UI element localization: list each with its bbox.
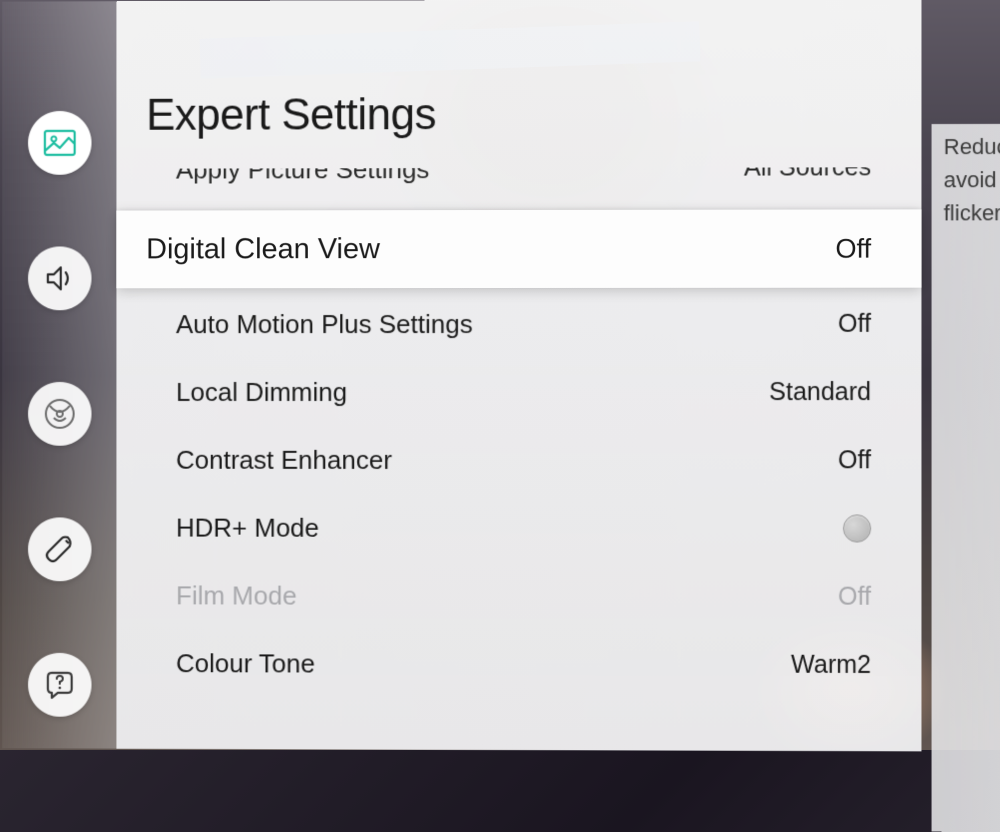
tv-settings-ui: Expert Settings Apply Picture Settings A… — [2, 0, 1000, 752]
settings-list: Apply Picture Settings All Sources Digit… — [116, 167, 921, 699]
setting-label: Digital Clean View — [146, 233, 380, 266]
setting-row-local-dimming[interactable]: Local Dimming Standard — [116, 358, 921, 426]
panel-title: Expert Settings — [116, 89, 921, 169]
setting-label: Local Dimming — [176, 376, 347, 407]
sidebar-item-general[interactable] — [28, 517, 91, 581]
help-line: flickeri — [944, 196, 1000, 229]
setting-label: Auto Motion Plus Settings — [176, 309, 473, 340]
support-icon — [41, 667, 77, 703]
sound-icon — [41, 260, 77, 296]
sidebar-item-picture[interactable] — [28, 111, 91, 175]
picture-icon — [41, 125, 77, 161]
sidebar-item-sound[interactable] — [28, 246, 91, 310]
setting-row-colour-tone[interactable]: Colour Tone Warm2 — [116, 629, 921, 699]
setting-row-digital-clean-view[interactable]: Digital Clean View Off — [116, 209, 921, 288]
broadcast-icon — [41, 396, 77, 432]
help-description: Reduce avoid o flickeri — [932, 124, 1000, 832]
setting-value: Off — [838, 446, 871, 475]
sidebar-item-broadcast[interactable] — [28, 382, 91, 446]
setting-label: Apply Picture Settings — [176, 167, 429, 185]
setting-value: Warm2 — [791, 650, 871, 679]
setting-label: HDR+ Mode — [176, 512, 319, 543]
setting-value: Off — [835, 233, 871, 264]
help-line: avoid o — [944, 163, 1000, 196]
setting-row-auto-motion-plus[interactable]: Auto Motion Plus Settings Off — [116, 290, 921, 358]
settings-panel: Expert Settings Apply Picture Settings A… — [116, 0, 921, 751]
setting-value: Standard — [769, 378, 871, 407]
setting-value: Off — [838, 309, 871, 338]
setting-label: Film Mode — [176, 580, 297, 611]
setting-row-contrast-enhancer[interactable]: Contrast Enhancer Off — [116, 426, 921, 495]
setting-value: All Sources — [744, 167, 871, 182]
help-line: Reduce — [944, 130, 1000, 163]
setting-row-apply-picture[interactable]: Apply Picture Settings All Sources — [116, 167, 921, 208]
settings-category-sidebar — [2, 1, 116, 748]
setting-label: Colour Tone — [176, 648, 315, 679]
toggle-switch-off[interactable] — [843, 514, 871, 542]
wrench-icon — [41, 531, 77, 567]
setting-row-film-mode: Film Mode Off — [116, 561, 921, 631]
setting-label: Contrast Enhancer — [176, 444, 392, 475]
setting-value: Off — [838, 582, 871, 611]
sidebar-item-support[interactable] — [28, 653, 91, 717]
setting-row-hdr-plus-mode[interactable]: HDR+ Mode — [116, 494, 921, 563]
